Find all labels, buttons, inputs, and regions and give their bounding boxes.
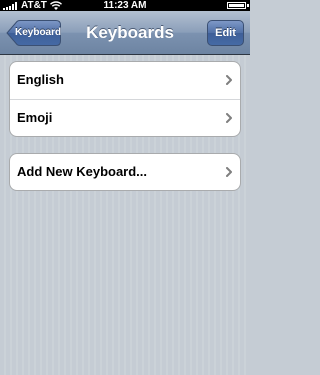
- iphone-screen: AT&T 11:23 AM Keyboard Keyboards Edit En…: [0, 0, 250, 375]
- navigation-bar: Keyboard Keyboards Edit: [0, 11, 250, 55]
- list-item-emoji[interactable]: Emoji: [10, 99, 240, 136]
- chevron-right-icon: [226, 75, 232, 85]
- list-item-label: Emoji: [17, 110, 53, 125]
- list-item-label: English: [17, 72, 64, 87]
- back-button[interactable]: Keyboard: [6, 20, 61, 46]
- status-bar: AT&T 11:23 AM: [0, 0, 250, 11]
- chevron-right-icon: [226, 113, 232, 123]
- battery-icon: [227, 2, 246, 9]
- page-title: Keyboards: [86, 23, 174, 42]
- add-keyboard-section: Add New Keyboard...: [9, 153, 241, 191]
- back-button-label: Keyboard: [15, 27, 62, 38]
- edit-button[interactable]: Edit: [207, 20, 244, 46]
- battery-level-fill: [229, 4, 244, 7]
- chevron-right-icon: [226, 167, 232, 177]
- battery-tip: [247, 4, 249, 7]
- keyboard-list-section: English Emoji: [9, 61, 241, 137]
- list-item-label: Add New Keyboard...: [17, 164, 148, 179]
- status-time: 11:23 AM: [103, 0, 147, 11]
- add-new-keyboard-button[interactable]: Add New Keyboard...: [10, 154, 240, 190]
- list-item-english[interactable]: English: [10, 62, 240, 99]
